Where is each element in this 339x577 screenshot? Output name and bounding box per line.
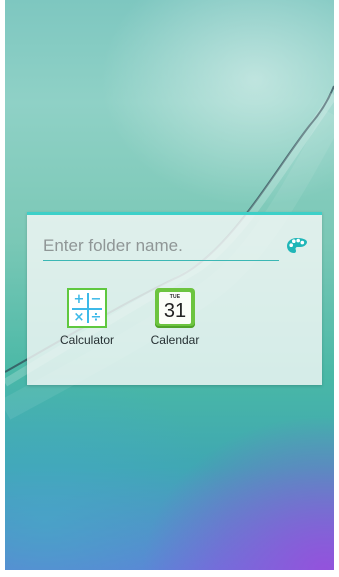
folder-name-input[interactable]	[43, 233, 279, 261]
plus-symbol: +	[73, 292, 85, 307]
calendar-icon-frame: TUE 31	[155, 288, 195, 328]
folder-color-button[interactable]	[285, 235, 309, 257]
calculator-icon: + − × ÷	[67, 288, 107, 328]
calendar-page: TUE 31	[159, 292, 191, 324]
app-calculator[interactable]: + − × ÷ Calculator	[45, 288, 129, 354]
folder-popup: + − × ÷ Calculator TUE 31 Calendar	[27, 212, 322, 385]
palette-icon	[287, 238, 307, 253]
multiply-symbol: ×	[73, 310, 85, 325]
calculator-icon-frame: + − × ÷	[67, 288, 107, 328]
app-calendar[interactable]: TUE 31 Calendar	[133, 288, 217, 354]
calendar-icon: TUE 31	[155, 288, 195, 328]
minus-symbol: −	[90, 292, 102, 307]
calendar-date: 31	[163, 300, 187, 322]
app-label-calculator: Calculator	[59, 333, 115, 347]
home-screen: + − × ÷ Calculator TUE 31 Calendar	[0, 0, 339, 577]
app-label-calendar: Calendar	[150, 333, 200, 347]
divide-symbol: ÷	[90, 310, 102, 325]
